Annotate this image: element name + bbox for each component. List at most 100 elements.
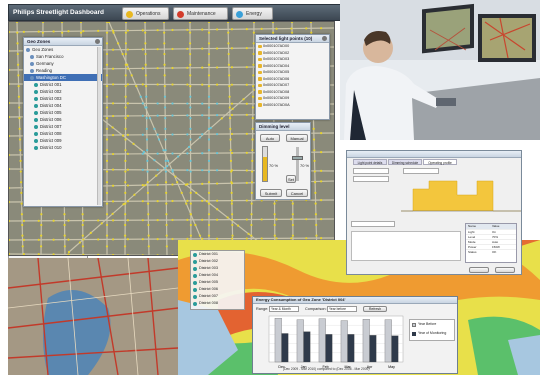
lightpoint-marker[interactable] xyxy=(186,168,189,172)
lightpoint-marker[interactable] xyxy=(111,126,114,129)
lightpoint-marker[interactable] xyxy=(37,219,40,222)
lightpoint-marker[interactable] xyxy=(82,219,85,222)
lightpoint-marker[interactable] xyxy=(156,133,159,136)
lightpoint-marker[interactable] xyxy=(163,63,166,66)
lightpoint-marker[interactable] xyxy=(250,181,254,184)
lightpoint-marker[interactable] xyxy=(229,149,232,152)
lightpoint-marker[interactable] xyxy=(16,42,19,45)
lightpoint-marker[interactable] xyxy=(105,117,109,120)
lightpoint-marker[interactable] xyxy=(201,66,204,69)
lightpoint-marker[interactable] xyxy=(81,223,84,227)
lightpoint-marker[interactable] xyxy=(215,132,219,136)
lightpoint-marker[interactable] xyxy=(19,181,23,184)
lightpoint-marker[interactable] xyxy=(251,95,255,98)
lightpoint-marker[interactable] xyxy=(320,27,323,30)
lightpoint-marker[interactable] xyxy=(164,149,167,152)
lightpoint-marker[interactable] xyxy=(247,232,250,235)
tree-item[interactable]: Reading xyxy=(24,67,102,74)
lightpoint-marker[interactable] xyxy=(165,234,168,237)
lightpoint-marker[interactable] xyxy=(207,223,211,227)
lightpoint-marker[interactable] xyxy=(186,199,189,203)
lightpoint-marker[interactable] xyxy=(145,127,148,130)
lightpoint-marker[interactable] xyxy=(189,117,192,120)
lightpoint-marker[interactable] xyxy=(153,159,156,162)
lightpoint-marker[interactable] xyxy=(81,234,84,237)
lightpoint-marker[interactable] xyxy=(124,138,127,141)
slider-handle[interactable] xyxy=(292,156,303,160)
tab-energy[interactable]: Energy xyxy=(232,7,273,20)
lightpoint-marker[interactable] xyxy=(67,253,70,255)
lightpoint-marker[interactable] xyxy=(320,236,323,240)
lightpoint-marker[interactable] xyxy=(67,238,70,241)
lightpoint-marker[interactable] xyxy=(146,181,149,184)
lightpoint-marker[interactable] xyxy=(216,208,219,211)
district-list-item[interactable]: District 001 xyxy=(191,251,244,258)
lightpoint-marker[interactable] xyxy=(215,83,219,86)
lightpoint-marker[interactable] xyxy=(141,238,144,241)
lightpoint-marker[interactable] xyxy=(156,102,159,105)
lightpoint-marker[interactable] xyxy=(273,202,276,205)
lightpoint-marker[interactable] xyxy=(171,237,174,241)
lightpoint-marker[interactable] xyxy=(124,117,127,120)
lightpoint-marker[interactable] xyxy=(111,212,114,215)
lightpoint-marker[interactable] xyxy=(63,245,66,248)
lightpoint-marker[interactable] xyxy=(163,74,166,77)
lightpoint-marker[interactable] xyxy=(207,191,211,195)
lightpoint-marker[interactable] xyxy=(230,170,233,173)
lightpoint-marker[interactable] xyxy=(141,102,144,105)
lightpoint-marker[interactable] xyxy=(156,152,159,155)
lightpoint-marker[interactable] xyxy=(61,31,64,34)
lightpoint-marker[interactable] xyxy=(67,219,70,222)
lightpoint-marker[interactable] xyxy=(207,159,211,162)
lightpoint-marker[interactable] xyxy=(184,183,187,186)
lightpoint-marker[interactable] xyxy=(147,245,150,248)
lightpoint-marker[interactable] xyxy=(82,253,85,256)
lightpoint-marker[interactable] xyxy=(18,127,21,130)
lightpoint-marker[interactable] xyxy=(141,67,144,70)
lightpoint-marker[interactable] xyxy=(164,170,168,173)
lightpoint-marker[interactable] xyxy=(122,203,125,206)
district-list-item[interactable]: District 005 xyxy=(191,279,244,286)
lightpoint-marker[interactable] xyxy=(82,29,85,33)
lightpoint-marker[interactable] xyxy=(231,107,234,110)
lightpoint-marker[interactable] xyxy=(123,245,127,248)
lightpoint-marker[interactable] xyxy=(236,224,240,227)
lightpoint-marker[interactable] xyxy=(111,102,115,105)
lightpoint-marker[interactable] xyxy=(124,95,127,98)
lightpoint-marker[interactable] xyxy=(81,213,84,216)
profile-field[interactable] xyxy=(403,168,439,174)
lightpoint-marker[interactable] xyxy=(171,47,174,51)
lightpoint-marker[interactable] xyxy=(230,202,233,205)
lightpoint-marker[interactable] xyxy=(163,84,166,88)
lightpoint-marker[interactable] xyxy=(130,74,133,77)
lightpoint-marker[interactable] xyxy=(313,181,317,184)
lightpoint-marker[interactable] xyxy=(245,169,248,172)
lightpoint-marker[interactable] xyxy=(186,28,189,31)
lightpoint-marker[interactable] xyxy=(141,133,144,136)
lightpoint-marker[interactable] xyxy=(320,169,323,173)
lightpoint-marker[interactable] xyxy=(215,66,219,69)
lightpoint-marker[interactable] xyxy=(19,170,22,173)
lightpoint-marker[interactable] xyxy=(156,237,159,241)
lightpoint-marker[interactable] xyxy=(291,202,294,205)
lightpoint-marker[interactable] xyxy=(205,199,208,203)
lightpoint-marker[interactable] xyxy=(97,219,100,222)
lightpoint-marker[interactable] xyxy=(111,67,115,70)
lightpoint-marker[interactable] xyxy=(245,65,248,69)
lightpoint-marker[interactable] xyxy=(187,145,191,149)
lightpoint-marker[interactable] xyxy=(111,83,115,86)
lightpoint-marker[interactable] xyxy=(230,66,234,69)
lightpoint-marker[interactable] xyxy=(245,83,248,86)
lightpoint-marker[interactable] xyxy=(124,84,127,88)
lightpoint-marker[interactable] xyxy=(144,63,147,66)
lightpoint-marker[interactable] xyxy=(201,133,204,136)
lightpoint-marker[interactable] xyxy=(41,31,45,34)
lightpoint-marker[interactable] xyxy=(144,52,147,56)
lightpoint-marker[interactable] xyxy=(245,218,248,221)
lightpoint-marker[interactable] xyxy=(145,117,148,120)
lightpoint-marker[interactable] xyxy=(67,250,71,254)
lightpoint-marker[interactable] xyxy=(275,218,278,221)
lightpoint-marker[interactable] xyxy=(189,63,192,66)
lightpoint-marker[interactable] xyxy=(22,238,25,242)
tab-operating-profile[interactable]: Operating profile xyxy=(423,159,457,165)
